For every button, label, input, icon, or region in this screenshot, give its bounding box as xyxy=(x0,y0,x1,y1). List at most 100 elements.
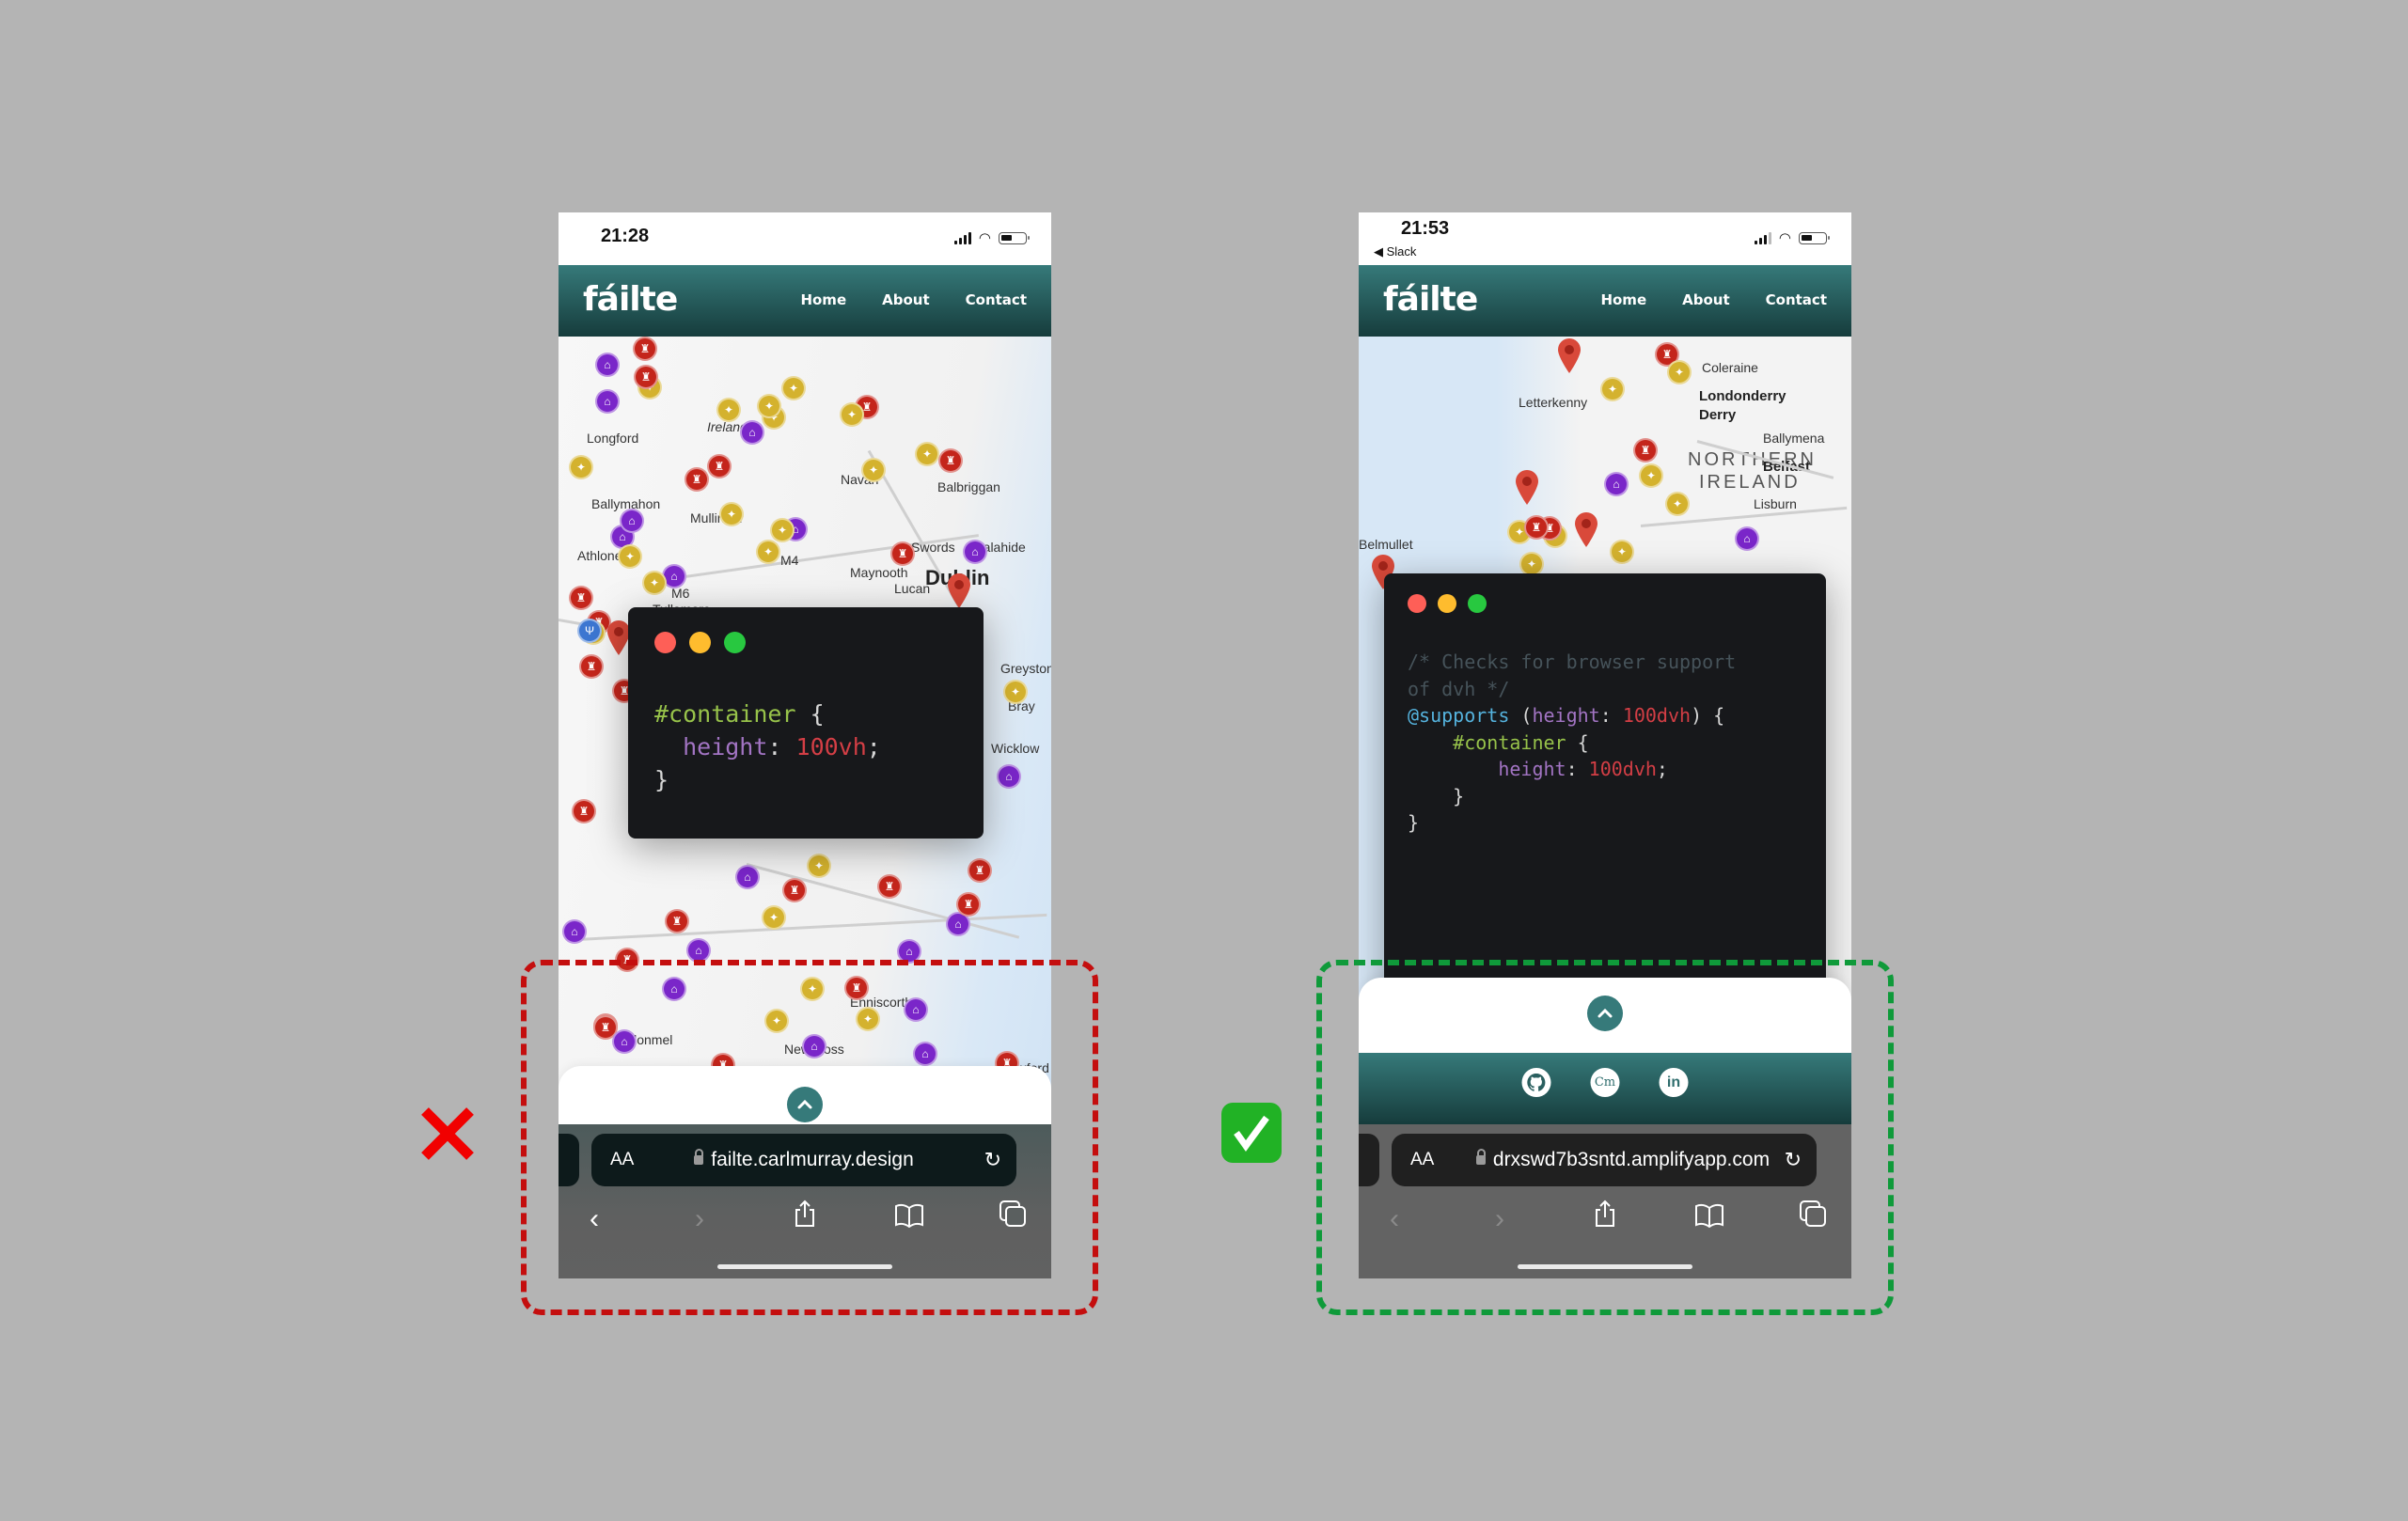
site-logo[interactable]: fáilte xyxy=(583,280,678,319)
back-to-app-link[interactable]: ◀ Slack xyxy=(1374,244,1416,259)
red-map-marker[interactable]: ♜ xyxy=(685,467,709,492)
site-logo[interactable]: fáilte xyxy=(1383,280,1478,319)
nav-contact[interactable]: Contact xyxy=(966,291,1027,308)
red-map-marker[interactable]: ♜ xyxy=(579,654,604,679)
yellow-map-marker[interactable]: ✦ xyxy=(1003,680,1028,704)
yellow-map-marker[interactable]: ✦ xyxy=(856,1007,880,1031)
yellow-map-marker[interactable]: ✦ xyxy=(618,544,642,569)
yellow-map-marker[interactable]: ✦ xyxy=(716,398,741,422)
yellow-map-marker[interactable]: ✦ xyxy=(915,442,939,466)
yellow-map-marker[interactable]: ✦ xyxy=(642,571,667,595)
red-map-marker[interactable]: ♜ xyxy=(1633,438,1658,463)
purple-map-marker[interactable]: ⌂ xyxy=(595,389,620,414)
previous-tab-stub[interactable] xyxy=(559,1134,579,1186)
share-button[interactable] xyxy=(786,1196,824,1243)
nav-home[interactable]: Home xyxy=(1600,291,1646,308)
purple-map-marker[interactable]: ⌂ xyxy=(620,509,644,533)
yellow-map-marker[interactable]: ✦ xyxy=(719,502,744,526)
tabs-button[interactable] xyxy=(994,1196,1031,1243)
yellow-map-marker[interactable]: ✦ xyxy=(762,905,786,930)
back-button[interactable]: ‹ xyxy=(575,1196,613,1243)
purple-map-marker[interactable]: ⌂ xyxy=(904,997,928,1022)
purple-map-marker[interactable]: ⌂ xyxy=(997,764,1021,789)
yellow-map-marker[interactable]: ✦ xyxy=(800,977,825,1001)
red-map-marker[interactable]: ♜ xyxy=(968,858,992,883)
red-map-marker[interactable]: ♜ xyxy=(572,799,596,823)
github-icon[interactable] xyxy=(1521,1068,1551,1097)
yellow-map-marker[interactable]: ✦ xyxy=(807,854,831,878)
bookmarks-button[interactable] xyxy=(1691,1196,1728,1243)
yellow-map-marker[interactable]: ✦ xyxy=(757,394,781,418)
purple-map-marker[interactable]: ⌂ xyxy=(686,938,711,963)
purple-map-marker[interactable]: ⌂ xyxy=(897,939,921,964)
reload-icon[interactable]: ↻ xyxy=(984,1148,1001,1172)
yellow-map-marker[interactable]: ✦ xyxy=(569,455,593,479)
red-map-marker[interactable]: ♜ xyxy=(633,337,657,361)
status-time: 21:53 xyxy=(1401,218,1450,239)
share-button[interactable] xyxy=(1586,1196,1624,1243)
location-pin-icon[interactable] xyxy=(1573,510,1599,548)
scroll-up-button[interactable] xyxy=(787,1087,823,1122)
purple-map-marker[interactable]: ⌂ xyxy=(735,865,760,889)
purple-map-marker[interactable]: ⌂ xyxy=(1735,526,1759,551)
yellow-map-marker[interactable]: ✦ xyxy=(1610,540,1634,564)
bookmarks-button[interactable] xyxy=(890,1196,928,1243)
red-map-marker[interactable]: ♜ xyxy=(956,892,981,917)
back-button[interactable]: ‹ xyxy=(1376,1196,1413,1243)
purple-map-marker[interactable]: ⌂ xyxy=(612,1029,637,1054)
purple-map-marker[interactable]: ⌂ xyxy=(595,353,620,377)
red-map-marker[interactable]: ♜ xyxy=(634,365,658,389)
scroll-up-button[interactable] xyxy=(1587,996,1623,1031)
purple-map-marker[interactable]: ⌂ xyxy=(963,540,987,564)
red-map-marker[interactable]: ♜ xyxy=(877,874,902,899)
yellow-map-marker[interactable]: ✦ xyxy=(861,458,886,482)
yellow-map-marker[interactable]: ✦ xyxy=(1639,463,1663,488)
previous-tab-stub[interactable] xyxy=(1359,1134,1379,1186)
nav-about[interactable]: About xyxy=(882,291,930,308)
status-bar: 21:53 ◀ Slack ◠ xyxy=(1359,212,1851,265)
red-map-marker[interactable]: ♜ xyxy=(1524,515,1549,540)
yellow-map-marker[interactable]: ✦ xyxy=(770,518,795,542)
yellow-map-marker[interactable]: ✦ xyxy=(1667,360,1692,384)
purple-map-marker[interactable]: ⌂ xyxy=(562,919,587,944)
code-token: ( xyxy=(1509,704,1533,727)
purple-map-marker[interactable]: ⌂ xyxy=(662,977,686,1001)
yellow-map-marker[interactable]: ✦ xyxy=(840,402,864,427)
blue-map-marker[interactable]: Ψ xyxy=(577,619,602,643)
red-map-marker[interactable]: ♜ xyxy=(782,878,807,902)
red-map-marker[interactable]: ♜ xyxy=(615,948,639,972)
red-map-marker[interactable]: ♜ xyxy=(569,586,593,610)
linkedin-icon[interactable]: in xyxy=(1659,1068,1689,1097)
nav-about[interactable]: About xyxy=(1682,291,1730,308)
reload-icon[interactable]: ↻ xyxy=(1785,1148,1802,1172)
nav-contact[interactable]: Contact xyxy=(1766,291,1827,308)
tabs-button[interactable] xyxy=(1794,1196,1832,1243)
address-bar[interactable]: AA drxswd7b3sntd.amplifyapp.com ↻ xyxy=(1392,1134,1817,1186)
yellow-map-marker[interactable]: ✦ xyxy=(756,540,780,564)
wifi-icon: ◠ xyxy=(978,230,991,246)
book-icon xyxy=(1695,1203,1723,1229)
purple-map-marker[interactable]: ⌂ xyxy=(802,1034,826,1058)
red-map-marker[interactable]: ♜ xyxy=(890,541,915,566)
yellow-map-marker[interactable]: ✦ xyxy=(1665,492,1690,516)
yellow-map-marker[interactable]: ✦ xyxy=(1600,377,1625,401)
purple-map-marker[interactable]: ⌂ xyxy=(740,420,764,445)
minimize-dot-icon xyxy=(689,632,711,653)
purple-map-marker[interactable]: ⌂ xyxy=(913,1042,937,1066)
code-token: #container xyxy=(1408,730,1566,754)
location-pin-icon[interactable] xyxy=(1556,337,1582,374)
red-map-marker[interactable]: ♜ xyxy=(665,909,689,933)
nav-home[interactable]: Home xyxy=(800,291,846,308)
yellow-map-marker[interactable]: ✦ xyxy=(764,1009,789,1033)
forward-button[interactable]: › xyxy=(681,1196,718,1243)
red-map-marker[interactable]: ♜ xyxy=(844,976,869,1000)
red-map-marker[interactable]: ♜ xyxy=(707,454,732,478)
location-pin-icon[interactable] xyxy=(946,572,972,609)
portfolio-cm-icon[interactable]: Cm xyxy=(1590,1068,1620,1097)
purple-map-marker[interactable]: ⌂ xyxy=(1604,472,1629,496)
red-map-marker[interactable]: ♜ xyxy=(938,448,963,473)
forward-button[interactable]: › xyxy=(1481,1196,1519,1243)
address-bar[interactable]: AA failte.carlmurray.design ↻ xyxy=(591,1134,1016,1186)
location-pin-icon[interactable] xyxy=(1514,468,1540,506)
yellow-map-marker[interactable]: ✦ xyxy=(781,376,806,400)
